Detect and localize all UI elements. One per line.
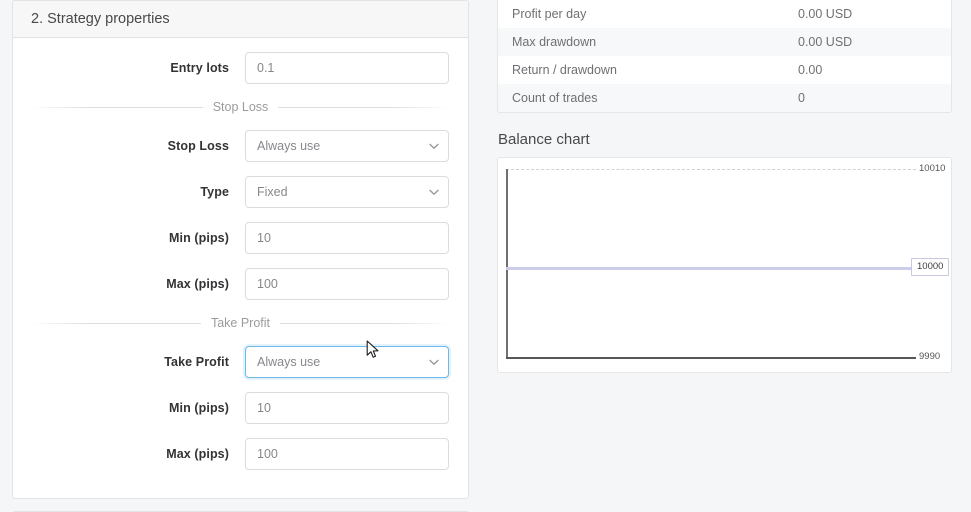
stop-loss-mode-select[interactable]: Always use <box>245 130 449 162</box>
card-spacer <box>12 499 469 511</box>
entry-lots-row: Entry lots 0.1 <box>13 48 468 88</box>
statistics-table: Profit per day 0.00 USD Max drawdown 0.0… <box>497 0 952 113</box>
gridline-top <box>506 169 916 170</box>
stop-loss-min-input[interactable]: 10 <box>245 222 449 254</box>
balance-chart-card: 10010 10000 9990 <box>497 157 952 373</box>
take-profit-max-input[interactable]: 100 <box>245 438 449 470</box>
stop-loss-mode-label: Stop Loss <box>167 139 229 153</box>
stop-loss-mode-row: Stop Loss Always use <box>13 126 468 166</box>
stat-label: Profit per day <box>512 7 587 21</box>
stop-loss-max-input[interactable]: 100 <box>245 268 449 300</box>
left-column: 2. Strategy properties Entry lots 0.1 St… <box>12 0 469 512</box>
take-profit-mode-value: Always use <box>257 355 321 369</box>
stop-loss-max-field-wrap: 100 <box>245 268 449 300</box>
y-tick-label-max: 10010 <box>919 163 946 174</box>
y-tick-label-current: 10000 <box>911 258 950 276</box>
stop-loss-type-field-wrap: Fixed <box>245 176 449 208</box>
entry-lots-input[interactable]: 0.1 <box>245 52 449 84</box>
entry-lots-label: Entry lots <box>170 61 229 75</box>
take-profit-mode-row: Take Profit Always use <box>13 342 468 382</box>
stop-loss-type-row: Type Fixed <box>13 172 468 212</box>
stop-loss-min-label: Min (pips) <box>168 231 229 245</box>
chevron-down-icon <box>429 359 439 365</box>
stat-value: 0.00 USD <box>798 35 853 49</box>
table-row: Count of trades 0 <box>498 84 951 112</box>
stat-label: Count of trades <box>512 91 598 105</box>
balance-chart-title: Balance chart <box>498 131 590 148</box>
stop-loss-mode-field-wrap: Always use <box>245 130 449 162</box>
balance-chart-plot: 10010 10000 9990 <box>498 158 951 372</box>
stop-loss-divider: Stop Loss <box>13 94 468 120</box>
take-profit-max-field-wrap: 100 <box>245 438 449 470</box>
stat-label: Return / drawdown <box>512 63 617 77</box>
stop-loss-min-field-wrap: 10 <box>245 222 449 254</box>
stop-loss-divider-label: Stop Loss <box>202 100 279 114</box>
take-profit-divider: Take Profit <box>13 310 468 336</box>
y-axis <box>506 169 508 359</box>
entry-lots-field-wrap: 0.1 <box>245 52 449 84</box>
stat-value: 0 <box>798 91 805 105</box>
stop-loss-max-row: Max (pips) 100 <box>13 264 468 304</box>
strategy-properties-card: 2. Strategy properties Entry lots 0.1 St… <box>12 0 469 499</box>
chevron-down-icon <box>429 143 439 149</box>
stat-value: 0.00 <box>798 63 823 77</box>
table-row: Max drawdown 0.00 USD <box>498 28 951 56</box>
balance-series-line <box>506 267 922 270</box>
take-profit-min-input[interactable]: 10 <box>245 392 449 424</box>
strategy-properties-header[interactable]: 2. Strategy properties <box>13 1 468 38</box>
stop-loss-type-value: Fixed <box>257 185 288 199</box>
stop-loss-mode-value: Always use <box>257 139 321 153</box>
app-page: 2. Strategy properties Entry lots 0.1 St… <box>0 0 971 512</box>
take-profit-mode-select[interactable]: Always use <box>245 346 449 378</box>
x-axis <box>506 357 916 359</box>
take-profit-max-row: Max (pips) 100 <box>13 434 468 474</box>
stop-loss-type-select[interactable]: Fixed <box>245 176 449 208</box>
right-column: Profit per day 0.00 USD Max drawdown 0.0… <box>497 0 952 373</box>
take-profit-min-label: Min (pips) <box>168 401 229 415</box>
take-profit-mode-field-wrap: Always use <box>245 346 449 378</box>
stop-loss-max-label: Max (pips) <box>166 277 229 291</box>
y-tick-label-min: 9990 <box>919 351 941 362</box>
stop-loss-min-row: Min (pips) 10 <box>13 218 468 258</box>
stop-loss-type-label: Type <box>200 185 229 199</box>
table-row: Profit per day 0.00 USD <box>498 0 951 28</box>
take-profit-min-field-wrap: 10 <box>245 392 449 424</box>
strategy-properties-body: Entry lots 0.1 Stop Loss Stop Loss Alway… <box>13 38 468 498</box>
take-profit-min-row: Min (pips) 10 <box>13 388 468 428</box>
chevron-down-icon <box>429 189 439 195</box>
take-profit-divider-label: Take Profit <box>200 316 281 330</box>
stat-label: Max drawdown <box>512 35 597 49</box>
table-row: Return / drawdown 0.00 <box>498 56 951 84</box>
take-profit-mode-label: Take Profit <box>164 355 229 369</box>
take-profit-max-label: Max (pips) <box>166 447 229 461</box>
stat-value: 0.00 USD <box>798 7 853 21</box>
